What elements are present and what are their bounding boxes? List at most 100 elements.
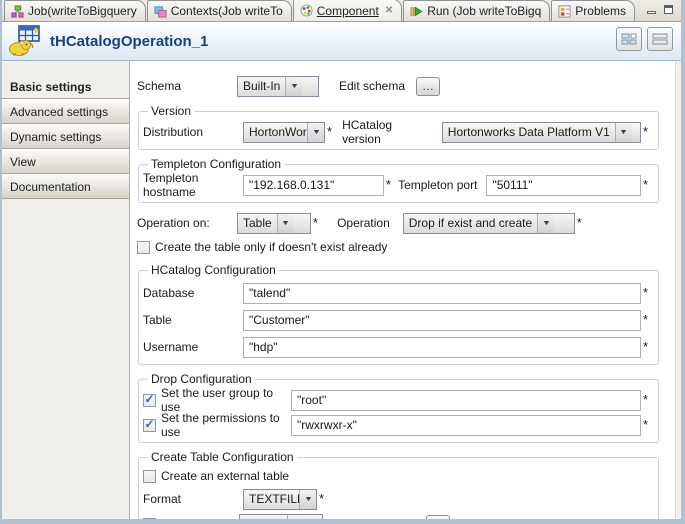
required-marker: * [642, 392, 648, 407]
sidebar-item-basic-settings[interactable]: Basic settings [2, 74, 129, 99]
set-user-group-checkbox[interactable] [143, 393, 156, 407]
set-permissions-checkbox[interactable] [143, 418, 156, 432]
operation-on-combo-value: Table [243, 216, 272, 230]
partitions-schema-combo[interactable]: Built-In [239, 513, 323, 519]
problems-icon [558, 4, 571, 18]
required-marker: * [642, 312, 648, 327]
distribution-row: Distribution HortonWorks * HCatalog vers… [143, 118, 651, 146]
templeton-hostname-input[interactable] [243, 174, 384, 196]
contexts-icon [154, 5, 167, 18]
operation-combo-value: Drop if exist and create [408, 216, 533, 230]
templeton-configuration-group: Templeton Configuration Templeton hostna… [138, 157, 659, 203]
distribution-combo[interactable]: HortonWorks [243, 121, 325, 143]
templeton-port-label: Templeton port [398, 178, 478, 192]
component-header: tHCatalogOperation_1 [2, 22, 681, 61]
operation-on-label: Operation on: [137, 216, 210, 230]
view-toggle-group [616, 27, 673, 51]
permissions-row: Set the permissions to use * [143, 411, 651, 439]
required-marker: * [386, 177, 392, 192]
format-row: Format TEXTFILE * [143, 488, 651, 510]
window-controls [645, 3, 681, 20]
sidebar-item-label: Documentation [10, 179, 91, 194]
set-permissions-label: Set the permissions to use [161, 411, 280, 439]
required-marker: * [642, 177, 648, 192]
tab-contexts[interactable]: Contexts(Job writeTo [146, 0, 292, 21]
tab-problems[interactable]: Problems [551, 0, 635, 21]
drop-configuration-legend: Drop Configuration [151, 372, 252, 386]
hcatalog-configuration-legend: HCatalog Configuration [151, 263, 276, 277]
tab-component[interactable]: Component ✕ [292, 0, 403, 21]
operation-row: Operation on: Table * Operation Drop if … [137, 212, 667, 234]
chevron-down-icon [307, 122, 324, 142]
format-combo[interactable]: TEXTFILE [243, 488, 317, 510]
partitions-edit-schema-button[interactable]: … [426, 514, 451, 519]
required-marker: * [642, 339, 648, 354]
schema-combo-value: Built-In [243, 79, 281, 93]
external-table-row: Create an external table [143, 467, 651, 485]
operation-label: Operation [337, 216, 390, 230]
chevron-down-icon [285, 76, 303, 96]
database-row: Database * [143, 282, 651, 304]
table-input[interactable] [243, 309, 641, 331]
partitions-schema-combo-value: Built-In [240, 515, 287, 519]
component-settings-window: Job(writeToBigquery Contexts(Job writeTo… [0, 0, 685, 524]
page-title: tHCatalogOperation_1 [50, 32, 209, 50]
version-group: Version Distribution HortonWorks * HCata… [138, 104, 659, 150]
user-group-input[interactable] [291, 389, 641, 411]
operation-on-combo[interactable]: Table [237, 212, 311, 234]
minimize-icon[interactable] [645, 3, 658, 14]
tab-job-label: Job(writeToBigquery [28, 4, 137, 18]
rows-view-button[interactable] [647, 27, 673, 51]
tab-contexts-label: Contexts(Job writeTo [170, 4, 283, 18]
tab-run[interactable]: Run (Job writeToBigq [403, 0, 551, 21]
database-label: Database [143, 286, 195, 300]
set-partitions-checkbox[interactable] [143, 517, 156, 519]
required-marker: * [576, 215, 582, 230]
required-marker: * [319, 491, 325, 506]
username-input[interactable] [243, 336, 641, 358]
schema-label: Schema [137, 79, 182, 93]
tab-job[interactable]: Job(writeToBigquery [4, 0, 146, 21]
sidebar-item-advanced-settings[interactable]: Advanced settings [2, 99, 129, 124]
templeton-port-input[interactable] [486, 174, 641, 196]
view-tabbar: Job(writeToBigquery Contexts(Job writeTo… [2, 0, 681, 22]
schema-combo[interactable]: Built-In [237, 75, 319, 97]
required-marker: * [642, 417, 648, 432]
settings-sidebar: Basic settings Advanced settings Dynamic… [2, 61, 130, 519]
create-external-table-checkbox[interactable] [143, 469, 156, 483]
database-input[interactable] [243, 282, 641, 304]
username-row: Username * [143, 336, 651, 358]
sidebar-item-view[interactable]: View [2, 149, 129, 174]
create-only-checkbox[interactable] [137, 240, 150, 254]
chevron-down-icon [614, 122, 632, 142]
grid-view-button[interactable] [616, 27, 642, 51]
set-partitions-row: Set partitions Built-In Edit schema … [143, 513, 651, 519]
operation-combo[interactable]: Drop if exist and create [402, 212, 575, 234]
close-icon[interactable]: ✕ [385, 5, 393, 16]
edit-schema-label: Edit schema [339, 79, 406, 93]
basic-settings-panel: Schema Built-In Edit schema … Version Di… [130, 61, 681, 519]
required-marker: * [327, 124, 333, 139]
hcatalog-version-label: HCatalog version [342, 118, 393, 146]
edit-schema-button[interactable]: … [416, 76, 441, 96]
vertical-scrollbar[interactable] [675, 61, 681, 519]
required-marker: * [313, 215, 319, 230]
permissions-input[interactable] [291, 414, 641, 436]
maximize-icon[interactable] [662, 3, 675, 14]
distribution-label: Distribution [143, 125, 204, 139]
hcatalog-version-combo-value: Hortonworks Data Platform V1 [447, 125, 610, 139]
username-label: Username [143, 340, 199, 354]
create-only-checkbox-label: Create the table only if doesn't exist a… [155, 240, 388, 254]
tab-component-label: Component [316, 3, 379, 18]
format-label: Format [143, 492, 182, 506]
sidebar-item-label: Basic settings [10, 79, 92, 94]
version-legend: Version [151, 104, 192, 118]
sidebar-item-documentation[interactable]: Documentation [2, 174, 129, 199]
hcatalog-configuration-group: HCatalog Configuration Database * Table … [138, 263, 659, 365]
create-external-table-label: Create an external table [161, 469, 290, 483]
tab-run-label: Run (Job writeToBigq [427, 4, 542, 18]
hcatalog-version-combo[interactable]: Hortonworks Data Platform V1 [441, 121, 641, 143]
schema-row: Schema Built-In Edit schema … [137, 75, 667, 97]
sidebar-item-dynamic-settings[interactable]: Dynamic settings [2, 124, 129, 149]
table-row: Table * [143, 309, 651, 331]
